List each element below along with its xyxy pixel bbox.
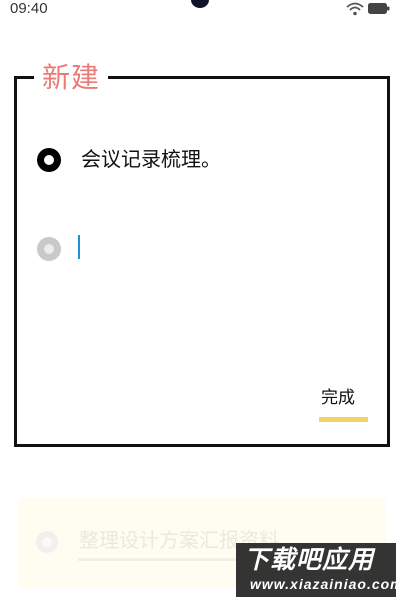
status-time: 09:40 — [10, 0, 48, 17]
new-task-input[interactable] — [77, 233, 357, 263]
radio-checked-icon[interactable] — [37, 148, 61, 172]
task-item-text[interactable]: 会议记录梳理。 — [81, 144, 221, 174]
wifi-icon — [346, 2, 364, 16]
text-caret — [78, 235, 80, 259]
radio-empty-icon[interactable] — [37, 237, 61, 261]
done-button[interactable]: 完成 — [319, 385, 369, 425]
dialog-title: 新建 — [42, 61, 101, 94]
app-screen: 09:40 整理设计方案汇报资料 新建 会议记录梳理。 完成 下载吧应用 www… — [0, 0, 400, 600]
done-button-label[interactable]: 完成 — [321, 385, 355, 411]
status-bar: 09:40 — [0, 0, 400, 20]
done-button-underline — [319, 417, 368, 422]
watermark-logo: 下载吧应用 www.xiazainiao.com — [236, 543, 400, 597]
battery-icon — [368, 3, 390, 14]
front-camera — [191, 0, 209, 8]
dialog-title-container: 新建 — [34, 61, 109, 94]
new-task-dialog: 新建 会议记录梳理。 完成 — [14, 63, 390, 447]
watermark-url-text: www.xiazainiao.com — [250, 576, 400, 592]
background-task-radio-icon — [36, 531, 58, 553]
watermark-main-text: 下载吧应用 — [244, 545, 375, 574]
